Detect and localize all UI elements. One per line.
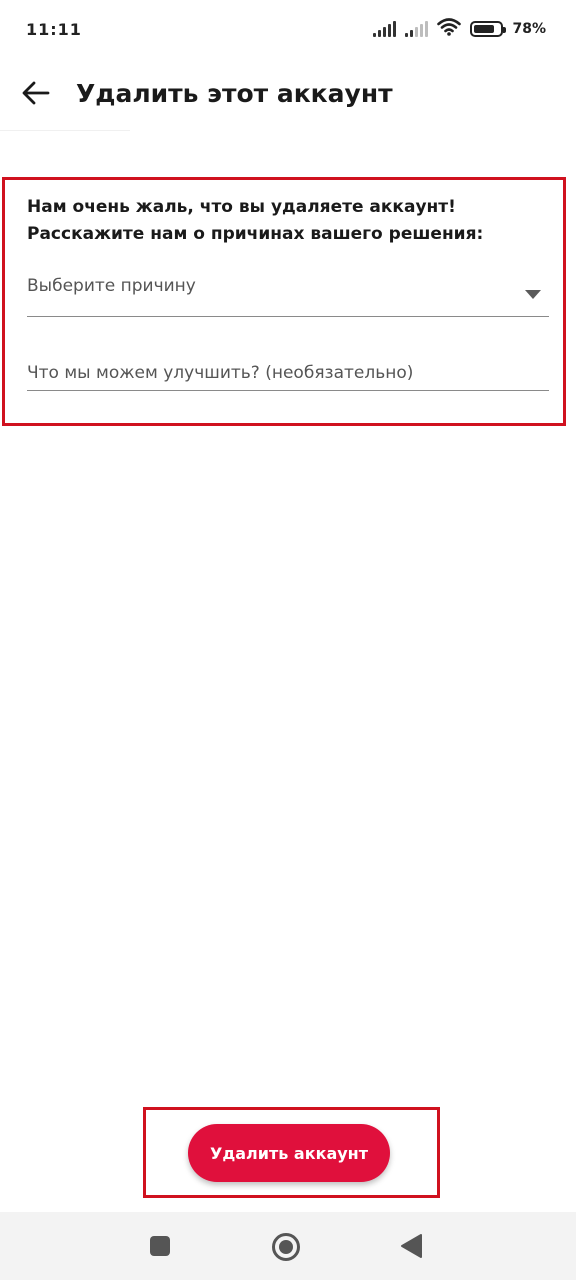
delete-reason-form: Нам очень жаль, что вы удаляете аккаунт!… <box>2 177 566 426</box>
delete-button-area: Удалить аккаунт <box>143 1107 440 1198</box>
dropdown-arrow-icon <box>525 290 541 299</box>
status-icons: 78% <box>373 18 546 40</box>
battery-icon <box>470 21 507 37</box>
intro-text: Нам очень жаль, что вы удаляете аккаунт!… <box>27 197 484 244</box>
reason-placeholder: Выберите причину <box>27 276 196 296</box>
arrow-left-icon <box>22 81 50 105</box>
page-title: Удалить этот аккаунт <box>76 78 393 108</box>
divider <box>0 130 130 131</box>
delete-account-screen: 11:11 78% Удалить этот аккаунт Нам очень… <box>0 0 576 1280</box>
status-time: 11:11 <box>26 19 82 39</box>
recent-apps-icon[interactable] <box>148 1234 172 1258</box>
battery-fill <box>474 25 494 33</box>
delete-account-button[interactable]: Удалить аккаунт <box>188 1124 390 1182</box>
status-bar: 11:11 78% <box>0 0 576 58</box>
signal-icon <box>405 21 429 37</box>
back-button[interactable] <box>12 69 60 117</box>
app-bar: Удалить этот аккаунт <box>0 60 576 126</box>
navigation-bar <box>0 1212 576 1280</box>
signal-icon <box>373 21 397 37</box>
battery-percent: 78% <box>512 21 546 37</box>
home-icon[interactable] <box>270 1231 302 1263</box>
reason-select[interactable]: Выберите причину <box>27 272 549 317</box>
back-icon[interactable] <box>398 1233 424 1259</box>
improve-input[interactable] <box>27 355 549 391</box>
wifi-icon <box>437 18 462 40</box>
